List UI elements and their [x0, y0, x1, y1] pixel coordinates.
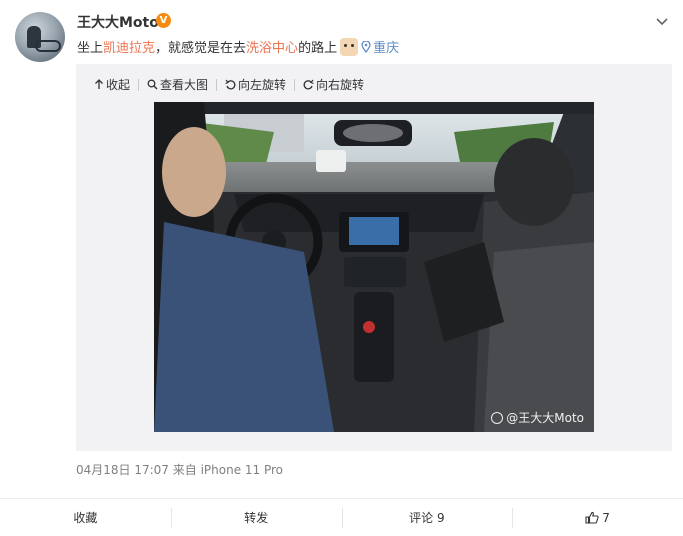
post-meta[interactable]: 04月18日 17:07 来自 iPhone 11 Pro: [76, 461, 283, 478]
verified-badge-icon: V: [156, 13, 171, 28]
location-label: 重庆: [373, 41, 400, 56]
post-photo[interactable]: @王大大Moto: [154, 102, 594, 432]
magnifier-icon: [147, 79, 158, 90]
rotate-right-label: 向右旋转: [316, 78, 365, 92]
rotate-right-button[interactable]: 向右旋转: [303, 76, 364, 93]
post-text-part: ，就感觉是在去: [155, 41, 247, 56]
view-large-label: 查看大图: [160, 78, 209, 92]
thumbs-up-icon: [585, 511, 599, 524]
weibo-post-card: 王大大Moto V 坐上 凯迪拉克 ，就感觉是在去 洗浴中心 的路上 重庆 收起…: [0, 0, 683, 536]
car-interior-photo: [154, 102, 594, 432]
repost-label: 转发: [244, 511, 269, 525]
rotate-left-label: 向左旋转: [238, 78, 287, 92]
view-large-button[interactable]: 查看大图: [147, 76, 208, 93]
favorite-button[interactable]: 收藏: [0, 499, 171, 536]
media-box: 收起 查看大图 向左旋转 向右旋转 @王大大Moto: [76, 64, 672, 451]
collapse-button[interactable]: 收起: [94, 76, 130, 93]
avatar[interactable]: [15, 12, 65, 62]
topic-link-bathhouse[interactable]: 洗浴中心: [246, 37, 298, 56]
collapse-label: 收起: [106, 78, 131, 92]
watermark-text: @王大大Moto: [506, 411, 584, 425]
topic-link-cadillac[interactable]: 凯迪拉克: [103, 37, 155, 56]
location-pin-icon: [361, 40, 371, 53]
rotate-right-icon: [303, 79, 314, 90]
author-name[interactable]: 王大大Moto: [77, 12, 159, 32]
media-toolbar: 收起 查看大图 向左旋转 向右旋转: [94, 76, 364, 93]
repost-button[interactable]: 转发: [170, 499, 342, 536]
location-link[interactable]: 重庆: [361, 37, 399, 56]
post-text: 坐上 凯迪拉克 ，就感觉是在去 洗浴中心 的路上 重庆: [77, 37, 399, 56]
favorite-label: 收藏: [73, 511, 98, 525]
photo-watermark: @王大大Moto: [491, 409, 584, 426]
avatar-bike: [35, 40, 61, 52]
weibo-logo-icon: [491, 411, 504, 424]
chevron-down-icon[interactable]: [655, 14, 669, 28]
post-text-part: 坐上: [77, 41, 104, 56]
like-count: 7: [602, 510, 610, 525]
toolbar-divider: [216, 78, 218, 91]
rotate-left-icon: [225, 79, 236, 90]
arrow-up-icon: [95, 79, 103, 89]
rotate-left-button[interactable]: 向左旋转: [225, 76, 286, 93]
action-bar: 收藏 转发 评论 9 7: [0, 498, 683, 536]
toolbar-divider: [294, 78, 296, 91]
comment-label: 评论 9: [409, 511, 445, 525]
doge-emoji-icon: [340, 37, 359, 56]
like-button[interactable]: 7: [512, 499, 683, 536]
post-text-part: 的路上: [298, 41, 338, 56]
toolbar-divider: [138, 78, 140, 91]
comment-button[interactable]: 评论 9: [341, 499, 513, 536]
